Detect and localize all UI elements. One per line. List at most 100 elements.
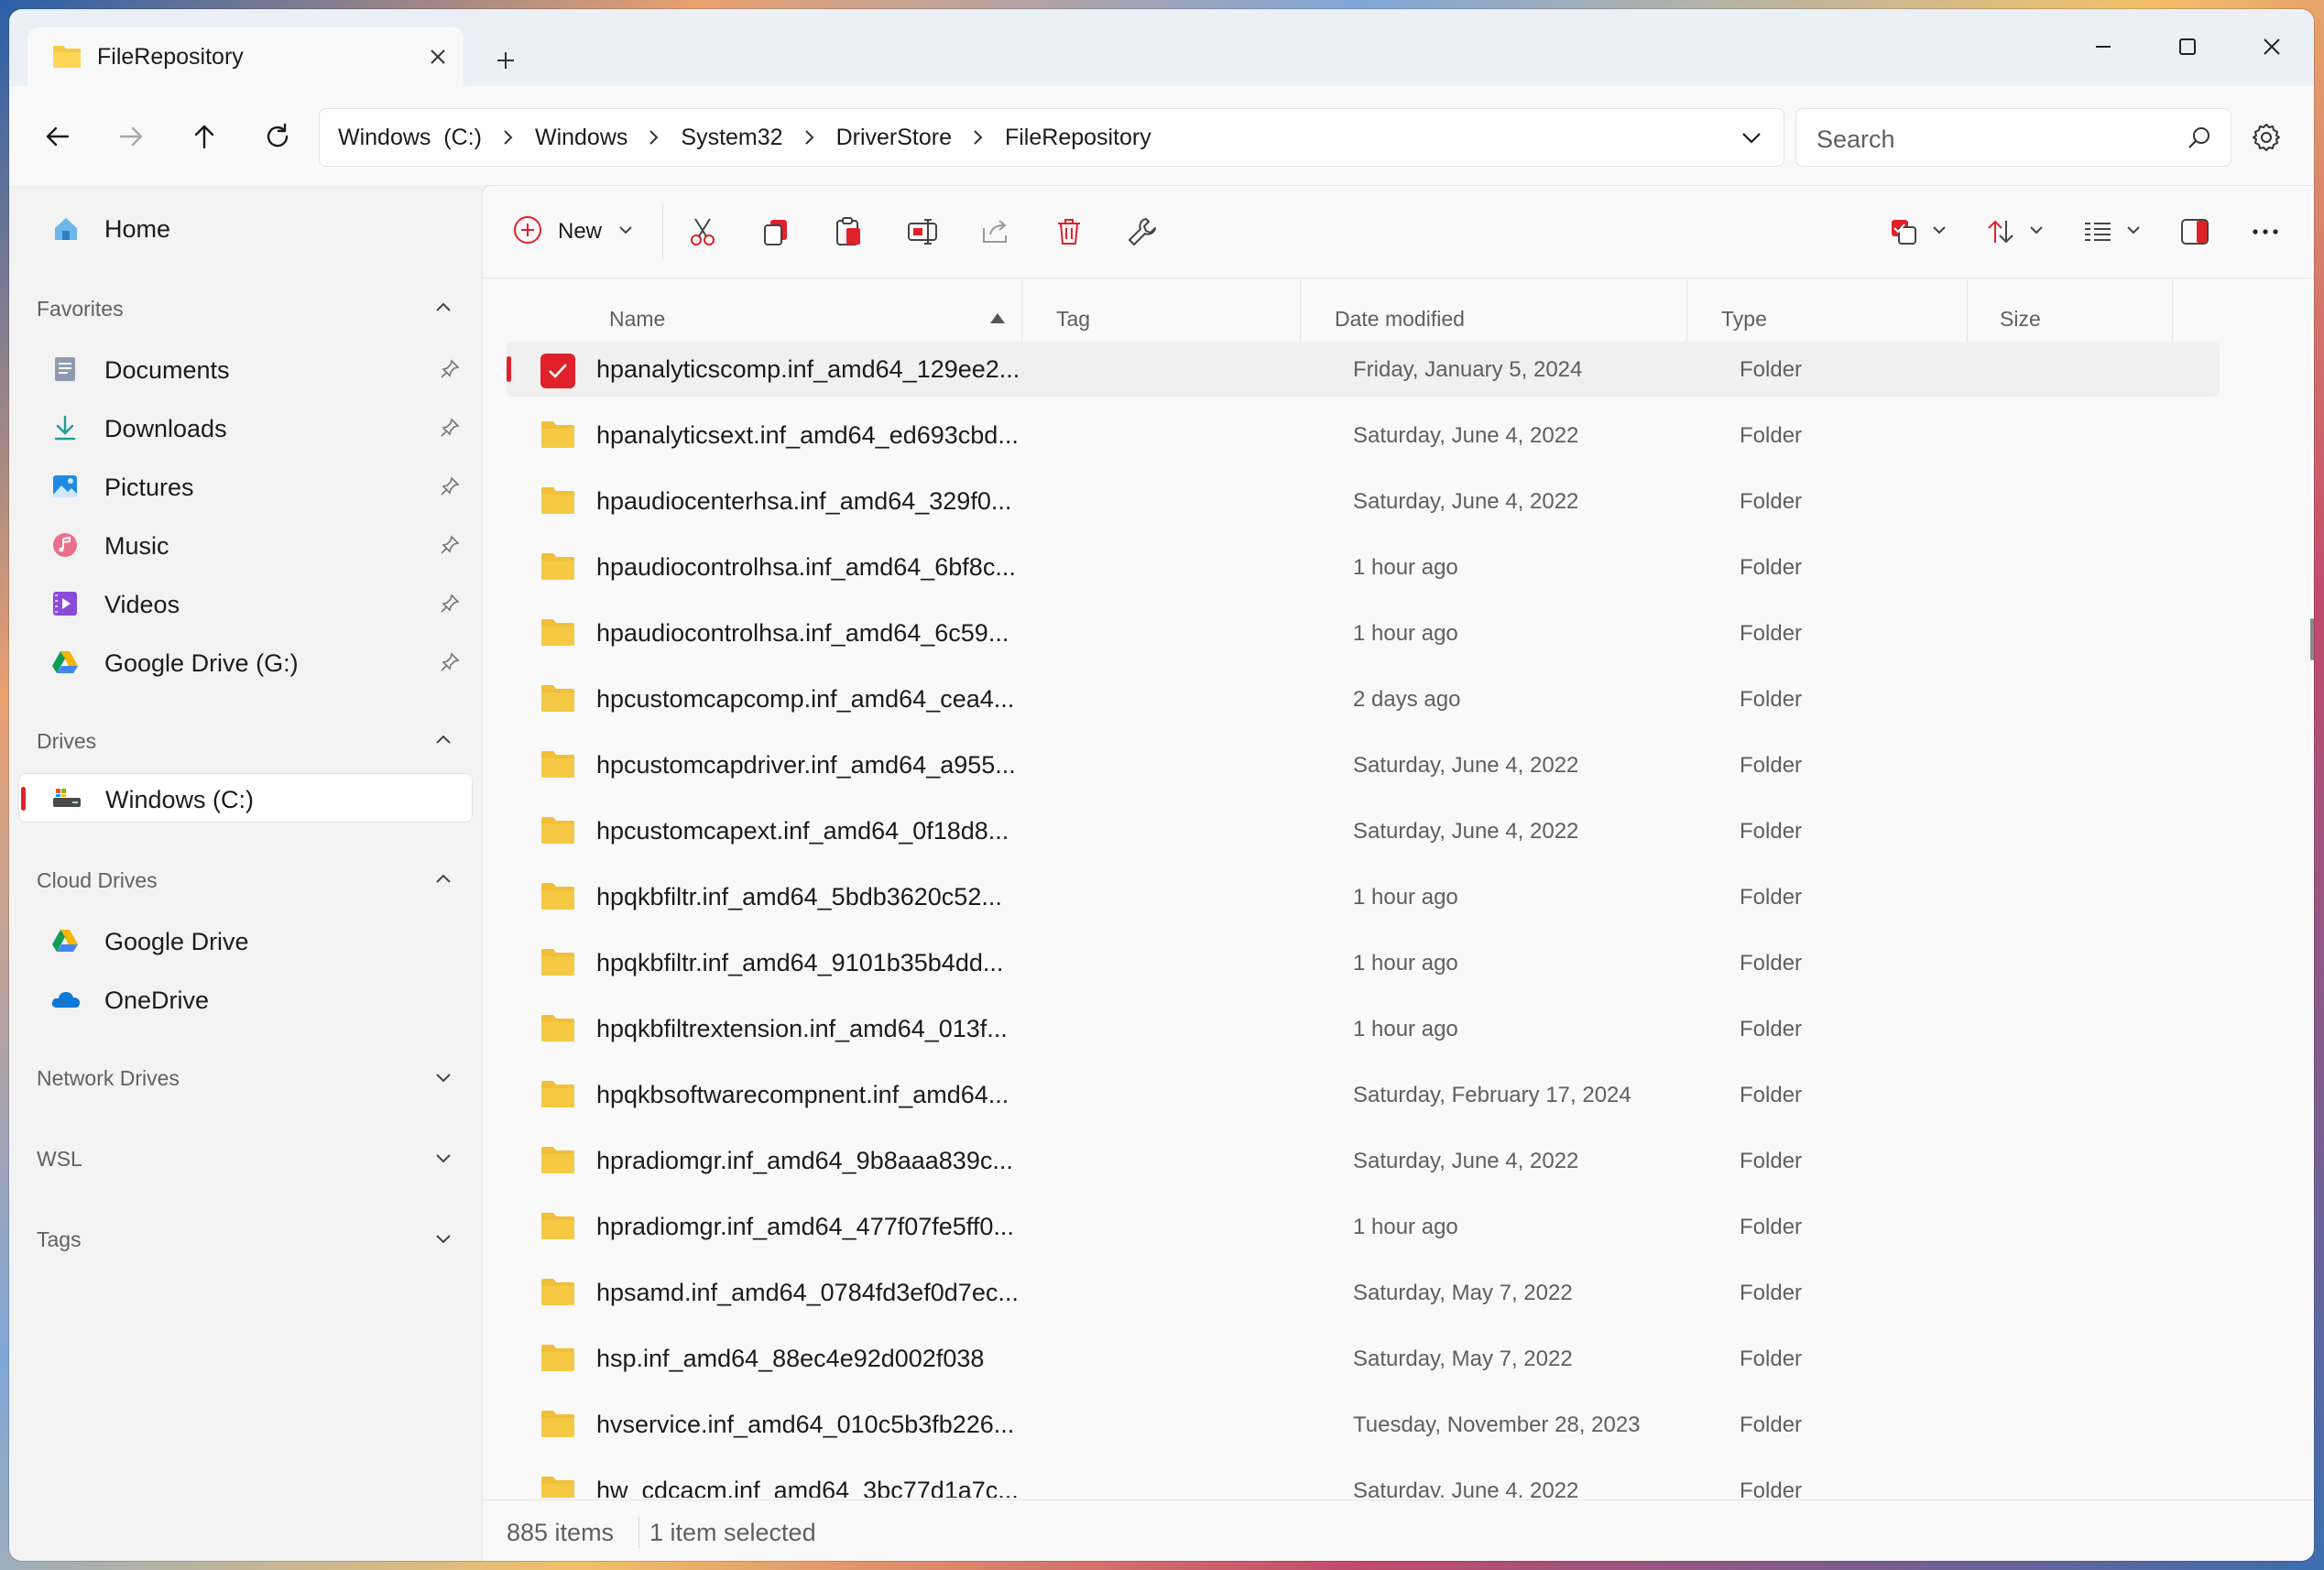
column-divider[interactable] [1686,279,1687,342]
search-input[interactable] [1815,120,2166,158]
search-box[interactable] [1795,108,2231,167]
folder-icon [540,814,576,847]
file-name: hpanalyticsext.inf_amd64_ed693cbd... [596,421,1019,449]
tab-filerepository[interactable]: FileRepository [27,27,464,86]
layout-details-button[interactable] [2082,212,2143,252]
pin-icon[interactable] [440,418,460,442]
preview-pane-icon[interactable] [2179,212,2210,252]
pin-icon[interactable] [440,652,460,677]
column-divider[interactable] [1021,279,1022,342]
file-type: Folder [1740,687,1803,712]
file-date: Saturday, June 4, 2022 [1353,423,1579,448]
section-network-drives[interactable]: Network Drives [37,1066,180,1091]
table-row[interactable]: hpcustomcapcomp.inf_amd64_cea4... 2 days … [507,671,2220,726]
sidebar-item-google-drive[interactable]: Google Drive [18,916,473,965]
search-icon[interactable] [2187,125,2212,156]
table-row[interactable]: hpcustomcapext.inf_amd64_0f18d8... Saturd… [507,803,2220,858]
table-row[interactable]: hpqkbfiltr.inf_amd64_5bdb3620c52... 1 hou… [507,869,2220,924]
chevron-down-icon[interactable] [432,1147,454,1173]
sidebar-item-videos[interactable]: Videos [18,579,473,628]
checkbox-checked-icon[interactable] [540,353,576,388]
delete-icon[interactable] [1053,212,1086,252]
scrollbar-thumb[interactable] [2310,618,2314,660]
chevron-right-icon [648,128,660,147]
back-arrow-icon[interactable] [37,115,79,158]
forward-arrow-icon[interactable] [110,115,152,158]
table-row[interactable]: hsp.inf_amd64_88ec4e92d002f038 Saturday, … [507,1331,2220,1386]
home-icon [51,214,79,242]
table-row[interactable]: hpradiomgr.inf_amd64_477f07fe5ff0... 1 ho… [507,1199,2220,1254]
table-row[interactable]: hpqkbfiltrextension.inf_amd64_013f... 1 h… [507,1001,2220,1056]
selection-mode-button[interactable] [1888,212,1948,252]
copy-icon[interactable] [759,212,792,252]
table-row[interactable]: hpradiomgr.inf_amd64_9b8aaa839c... Saturd… [507,1133,2220,1188]
breadcrumb-system32[interactable]: System32 [681,125,782,151]
table-row[interactable]: hpanalyticsext.inf_amd64_ed693cbd... Satu… [507,408,2220,463]
chevron-up-icon[interactable] [432,729,454,756]
table-row[interactable]: hpcustomcapdriver.inf_amd64_a955... Satur… [507,737,2220,792]
pin-icon[interactable] [440,535,460,560]
chevron-up-icon[interactable] [432,868,454,895]
close-window-icon[interactable] [2244,26,2299,68]
breadcrumb-windows-drive[interactable]: Windows (C:) [338,125,482,151]
column-header-tag[interactable]: Tag [1056,307,1090,332]
minimize-icon[interactable] [2076,26,2131,68]
column-header-name[interactable]: Name [609,307,665,332]
sort-button[interactable] [1985,212,2046,252]
file-name: hpaudiocontrolhsa.inf_amd64_6c59... [596,619,1009,647]
file-date: Saturday, June 4, 2022 [1353,1478,1579,1498]
table-row[interactable]: hpqkbsoftwarecompnent.inf_amd64... Saturd… [507,1067,2220,1122]
new-button[interactable]: New [512,212,640,252]
up-arrow-icon[interactable] [183,115,225,158]
chevron-down-icon[interactable] [432,1227,454,1254]
share-icon[interactable] [979,212,1012,252]
breadcrumb-driverstore[interactable]: DriverStore [836,125,952,151]
sidebar-item-pictures[interactable]: Pictures [18,462,473,511]
table-row[interactable]: hpanalyticscomp.inf_amd64_129ee2... Frida… [507,342,2220,397]
pin-icon[interactable] [440,359,460,384]
column-header-size[interactable]: Size [2000,307,2041,332]
column-header-date[interactable]: Date modified [1335,307,1465,332]
breadcrumb-filerepository[interactable]: FileRepository [1005,125,1151,151]
column-divider[interactable] [1967,279,1968,342]
gear-icon[interactable] [2248,119,2285,156]
chevron-down-icon[interactable] [1738,124,1765,156]
table-row[interactable]: hpsamd.inf_amd64_0784fd3ef0d7ec... Saturd… [507,1265,2220,1320]
chevron-up-icon[interactable] [432,297,454,323]
table-row[interactable]: hpqkbfiltr.inf_amd64_9101b35b4dd... 1 hou… [507,935,2220,990]
pin-icon[interactable] [440,594,460,618]
close-tab-icon[interactable] [421,40,454,73]
sidebar-item-music[interactable]: Music [18,520,473,570]
table-row[interactable]: hpaudiocontrolhsa.inf_amd64_6bf8c... 1 ho… [507,540,2220,594]
sort-ascending-icon[interactable] [988,311,1007,330]
file-date: 1 hour ago [1353,555,1458,580]
more-options-icon[interactable] [2249,212,2282,252]
sidebar-item-home[interactable]: Home [18,203,473,253]
column-divider[interactable] [2172,279,2173,342]
sidebar-item-google-drive-g[interactable]: Google Drive (G:) [18,638,473,687]
refresh-icon[interactable] [256,115,299,158]
sidebar-item-windows-c[interactable]: Windows (C:) [18,773,473,823]
breadcrumb-windows[interactable]: Windows [535,125,627,151]
paste-icon[interactable] [833,212,866,252]
maximize-icon[interactable] [2160,26,2215,68]
file-type: Folder [1740,423,1803,448]
section-wsl[interactable]: WSL [37,1147,82,1172]
table-row[interactable]: hw_cdcacm.inf_amd64_3bc77d1a7c... Saturda… [507,1463,2220,1498]
table-row[interactable]: hpaudiocontrolhsa.inf_amd64_6c59... 1 hou… [507,605,2220,660]
table-row[interactable]: hpaudiocenterhsa.inf_amd64_329f0... Satur… [507,474,2220,529]
new-tab-icon[interactable] [486,40,526,81]
address-bar[interactable]: Windows (C:) Windows System32 DriverStor… [319,108,1784,167]
pin-icon[interactable] [440,476,460,501]
wrench-icon[interactable] [1126,212,1159,252]
section-tags[interactable]: Tags [37,1227,82,1252]
rename-icon[interactable] [906,212,939,252]
sidebar-item-documents[interactable]: Documents [18,344,473,394]
chevron-down-icon[interactable] [432,1066,454,1093]
cut-icon[interactable] [686,212,719,252]
table-row[interactable]: hvservice.inf_amd64_010c5b3fb226... Tuesd… [507,1397,2220,1452]
column-divider[interactable] [1300,279,1301,342]
column-header-type[interactable]: Type [1721,307,1767,332]
sidebar-item-downloads[interactable]: Downloads [18,403,473,452]
sidebar-item-onedrive[interactable]: OneDrive [18,975,473,1024]
